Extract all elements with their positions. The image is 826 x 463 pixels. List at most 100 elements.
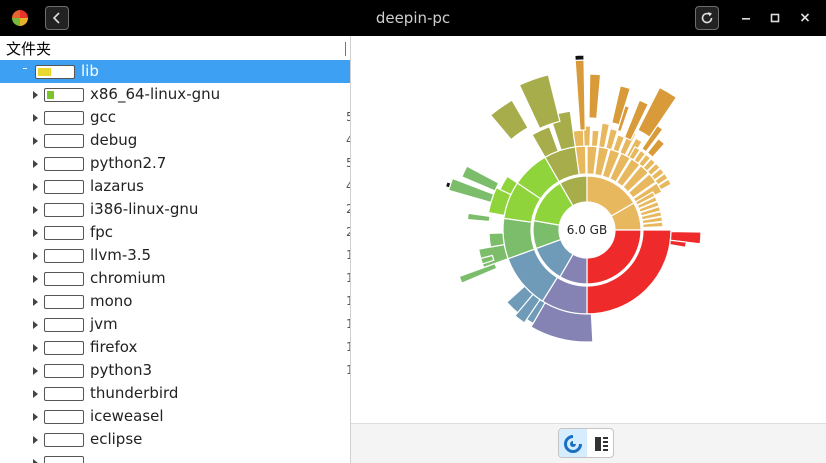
folder-name: lazarus xyxy=(90,177,144,195)
folder-row[interactable]: mono 1 xyxy=(0,290,350,313)
expand-arrow-icon[interactable] xyxy=(33,252,38,260)
folder-row[interactable]: x86_64-linux-gnu xyxy=(0,83,350,106)
expand-arrow-icon[interactable] xyxy=(33,390,38,398)
size-bar xyxy=(44,387,84,401)
size-bar xyxy=(44,203,84,217)
reload-icon xyxy=(701,12,713,24)
folder-name: lib xyxy=(81,62,99,80)
folder-row[interactable]: jvm 1 xyxy=(0,313,350,336)
folder-name: thunderbird xyxy=(90,384,179,402)
folder-name: mono xyxy=(90,292,133,310)
size-bar-fill xyxy=(47,91,54,99)
expand-arrow-icon[interactable] xyxy=(33,413,38,421)
sunburst-segment[interactable] xyxy=(572,129,585,148)
size-bar xyxy=(44,364,84,378)
folder-row[interactable]: i386-linux-gnu 2 xyxy=(0,198,350,221)
minimize-icon xyxy=(742,18,750,20)
size-bar xyxy=(44,157,84,171)
minimize-button[interactable] xyxy=(738,9,754,27)
sunburst-view-button[interactable] xyxy=(559,429,587,457)
expand-arrow-icon[interactable] xyxy=(33,183,38,191)
folder-row[interactable]: debug 4 xyxy=(0,129,350,152)
folder-row[interactable]: iceweasel xyxy=(0,405,350,428)
expand-arrow-icon[interactable] xyxy=(33,367,38,375)
sunburst-marker[interactable] xyxy=(574,54,585,62)
folder-row[interactable]: gcc 5 xyxy=(0,106,350,129)
folder-row[interactable] xyxy=(0,451,350,463)
expand-arrow-icon[interactable] xyxy=(33,91,38,99)
folder-name: x86_64-linux-gnu xyxy=(90,85,221,103)
folder-name: iceweasel xyxy=(90,407,164,425)
reload-button[interactable] xyxy=(695,6,719,30)
view-toolbar xyxy=(351,423,826,463)
size-bar xyxy=(44,272,84,286)
folder-row[interactable]: eclipse xyxy=(0,428,350,451)
size-bar xyxy=(44,341,84,355)
sunburst-segment[interactable] xyxy=(489,99,529,141)
size-bar xyxy=(35,65,75,79)
folder-row[interactable]: chromium 1 xyxy=(0,267,350,290)
sunburst-segment[interactable] xyxy=(458,262,498,284)
folder-name: eclipse xyxy=(90,430,143,448)
expand-arrow-icon[interactable] xyxy=(33,114,38,122)
expand-arrow-icon[interactable] xyxy=(33,275,38,283)
folder-name: python3 xyxy=(90,361,153,379)
sunburst-segment[interactable] xyxy=(488,232,505,248)
sunburst-segment[interactable] xyxy=(588,73,602,120)
folder-name: gcc xyxy=(90,108,117,126)
folder-row[interactable]: fpc 2 xyxy=(0,221,350,244)
sunburst-chart-area: 6.0 GB xyxy=(351,36,826,423)
folder-column-header[interactable]: 文件夹 xyxy=(0,38,350,60)
folder-name: i386-linux-gnu xyxy=(90,200,199,218)
expand-arrow-icon[interactable] xyxy=(33,436,38,444)
folder-row[interactable]: lib xyxy=(0,60,350,83)
collapse-icon[interactable] xyxy=(23,68,27,69)
sunburst-marker[interactable] xyxy=(444,181,452,189)
expand-arrow-icon[interactable] xyxy=(33,344,38,352)
folder-row[interactable]: llvm-3.5 1 xyxy=(0,244,350,267)
sunburst-segment[interactable] xyxy=(466,212,491,223)
folder-row[interactable]: lazarus 4 xyxy=(0,175,350,198)
size-bar xyxy=(44,180,84,194)
expand-arrow-icon[interactable] xyxy=(33,298,38,306)
folder-tree-panel: 文件夹 lib x86_64-linux-gnu gcc 5 debug 4 python2… xyxy=(0,36,350,463)
column-separator[interactable] xyxy=(345,42,346,56)
expand-arrow-icon[interactable] xyxy=(33,229,38,237)
folder-row[interactable]: python3 1 xyxy=(0,359,350,382)
expand-arrow-icon[interactable] xyxy=(33,321,38,329)
size-bar xyxy=(44,433,84,447)
sunburst-chart[interactable]: 6.0 GB xyxy=(351,36,826,423)
close-icon xyxy=(800,13,810,22)
folder-name: firefox xyxy=(90,338,138,356)
size-bar xyxy=(44,456,84,463)
expand-arrow-icon[interactable] xyxy=(33,160,38,168)
expand-arrow-icon[interactable] xyxy=(33,206,38,214)
folder-name: fpc xyxy=(90,223,114,241)
expand-arrow-icon[interactable] xyxy=(33,137,38,145)
folder-row[interactable]: firefox 1 xyxy=(0,336,350,359)
list-view-button[interactable] xyxy=(587,429,613,457)
maximize-icon xyxy=(770,13,780,23)
title-bar: deepin-pc xyxy=(0,0,826,36)
total-size-label: 6.0 GB xyxy=(567,223,607,237)
folder-tree: lib x86_64-linux-gnu gcc 5 debug 4 python2.7 5 l… xyxy=(0,60,350,463)
sunburst-segment[interactable] xyxy=(518,74,561,130)
close-button[interactable] xyxy=(797,9,813,27)
size-bar xyxy=(44,111,84,125)
folder-name: jvm xyxy=(90,315,118,333)
sunburst-segment[interactable] xyxy=(574,59,586,131)
expand-arrow-icon[interactable] xyxy=(33,459,38,463)
sunburst-segment[interactable] xyxy=(590,129,600,148)
size-bar xyxy=(44,410,84,424)
folder-row[interactable]: python2.7 5 xyxy=(0,152,350,175)
folder-name: debug xyxy=(90,131,138,149)
list-view-icon xyxy=(595,437,608,451)
view-mode-toggle xyxy=(558,428,614,458)
sunburst-segment[interactable] xyxy=(669,239,687,249)
maximize-button[interactable] xyxy=(767,9,783,27)
folder-name: llvm-3.5 xyxy=(90,246,152,264)
size-bar xyxy=(44,134,84,148)
sunburst-view-icon xyxy=(564,434,582,453)
folder-row[interactable]: thunderbird xyxy=(0,382,350,405)
size-bar-fill xyxy=(38,68,51,76)
